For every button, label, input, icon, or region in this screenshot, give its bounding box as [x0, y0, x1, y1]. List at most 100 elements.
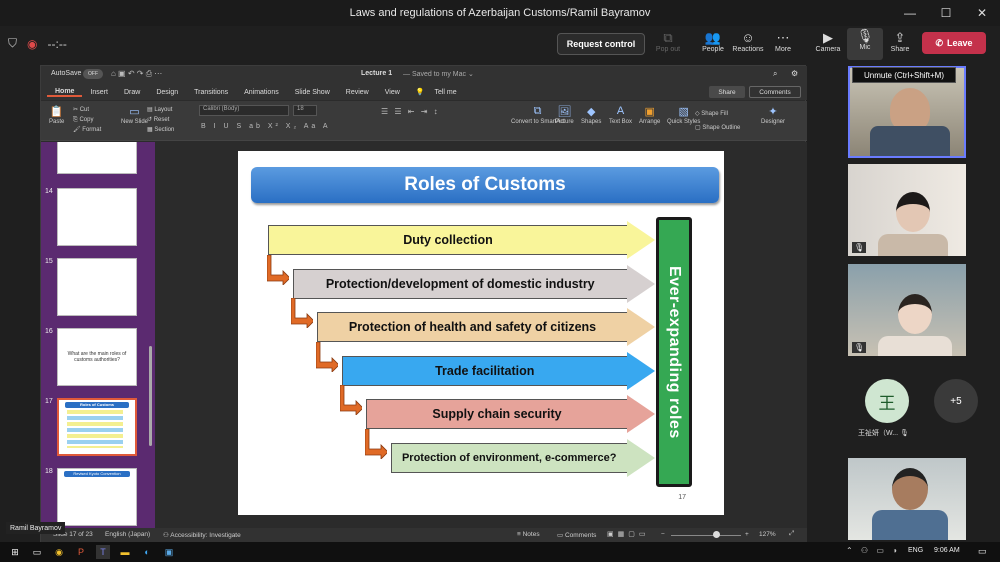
notification-icon[interactable]: ▭ — [978, 546, 987, 557]
store-icon[interactable]: ▣ — [162, 545, 176, 559]
accessibility-status[interactable]: ⚇ Accessibility: Investigate — [163, 531, 241, 539]
request-control-button[interactable]: Request control — [557, 33, 645, 55]
window-controls: — ☐ ✕ — [892, 0, 1000, 26]
arrow-head — [627, 221, 655, 259]
font-format-buttons[interactable]: B I U S ab X² X₂ Aa A — [201, 123, 331, 130]
thumbnail-scrollbar[interactable] — [149, 346, 152, 446]
help-icon[interactable]: ⚙ — [791, 69, 798, 78]
role-label: Protection of environment, e-commerce? — [390, 443, 628, 473]
tab-transitions[interactable]: Transitions — [186, 89, 236, 96]
tab-home[interactable]: Home — [47, 88, 83, 97]
view-buttons[interactable]: ▣▦▢▭ — [607, 530, 649, 538]
ppt-share-button[interactable]: Share — [709, 86, 745, 98]
reactions-button[interactable]: ☺ Reactions — [730, 30, 766, 60]
shape-fill-button[interactable]: ◇ Shape Fill — [695, 107, 740, 121]
camera-button[interactable]: ▶ Camera — [810, 30, 846, 60]
language-status[interactable]: English (Japan) — [105, 531, 150, 538]
participant-tile[interactable] — [848, 458, 966, 540]
chrome-icon[interactable]: ◉ — [52, 545, 66, 559]
notes-button[interactable]: ≡ Notes — [517, 531, 540, 538]
zoom-out-icon[interactable]: − — [661, 531, 665, 538]
avatar-name: 王祉妍（W... 🎙 — [858, 430, 909, 437]
tab-draw[interactable]: Draw — [116, 89, 148, 96]
slide-thumbnail-17[interactable]: Roles of Customs — [57, 398, 137, 456]
powerpoint-taskbar-icon[interactable]: P — [74, 545, 88, 559]
designer-button[interactable]: ✦ Designer — [761, 105, 785, 125]
share-icon: ⇪ — [894, 30, 906, 45]
share-button[interactable]: ⇪ Share — [882, 30, 918, 60]
ppt-comments-button[interactable]: Comments — [749, 86, 801, 98]
file-explorer-icon[interactable]: ▬ — [118, 545, 132, 559]
font-name-field[interactable]: Calibri (Body) — [199, 105, 289, 116]
input-language[interactable]: ENG — [908, 547, 923, 554]
arrange-button[interactable]: ▣ Arrange — [639, 105, 660, 125]
paste-button[interactable]: 📋 Paste — [49, 105, 64, 125]
role-label: Trade facilitation — [341, 355, 628, 386]
slide-page-number: 17 — [678, 494, 686, 501]
bent-arrow-icon — [266, 254, 289, 285]
copy-button[interactable]: ⎘ Copy — [73, 115, 101, 125]
format-painter-button[interactable]: 🖌 Format — [73, 125, 101, 135]
comments-status-button[interactable]: ▭ Comments — [557, 531, 596, 539]
tab-review[interactable]: Review — [338, 89, 377, 96]
participant-uniform — [872, 510, 948, 540]
participant-uniform — [870, 126, 950, 156]
participant-tile[interactable]: 🎙 — [848, 264, 966, 356]
clock[interactable]: 9:06 AM — [934, 547, 960, 554]
tell-me[interactable]: 💡 Tell me — [408, 88, 473, 96]
windows-start-icon[interactable]: ⊞ — [8, 545, 22, 559]
participant-face — [898, 294, 932, 334]
reset-button[interactable]: ↺ Reset — [147, 115, 174, 125]
pop-out-button[interactable]: ⧉ Pop out — [650, 30, 686, 60]
maximize-icon[interactable]: ☐ — [928, 0, 964, 26]
fit-slide-icon[interactable]: ⤢ — [789, 530, 794, 538]
tab-slideshow[interactable]: Slide Show — [287, 89, 338, 96]
leave-button[interactable]: ✆ Leave — [922, 32, 986, 54]
cut-button[interactable]: ✂ Cut — [73, 105, 101, 115]
system-tray-icons[interactable]: ⌃ ⚇ ▭ ◑ — [846, 546, 900, 555]
zoom-slider-handle[interactable] — [713, 531, 720, 538]
role-label: Protection of health and safety of citiz… — [317, 312, 628, 343]
clipboard-group: ✂ Cut ⎘ Copy 🖌 Format — [73, 105, 101, 135]
zoom-slider[interactable] — [671, 535, 741, 536]
tab-view[interactable]: View — [377, 89, 408, 96]
shape-outline-button[interactable]: ▢ Shape Outline — [695, 121, 740, 135]
participant-tile[interactable]: 🎙 — [848, 164, 966, 256]
edge-icon[interactable]: ◐ — [140, 545, 154, 559]
new-slide-button[interactable]: ▭ New Slide — [121, 105, 148, 125]
avatar[interactable]: 王 — [865, 379, 909, 423]
camera-icon: ▶ — [823, 30, 833, 45]
picture-button[interactable]: 🖼 Picture — [555, 105, 574, 125]
arrow-head — [627, 395, 655, 434]
ribbon-tabs: Home Insert Draw Design Transitions Anim… — [41, 84, 807, 100]
search-icon[interactable]: ▭ — [30, 545, 44, 559]
font-size-field[interactable]: 18 — [293, 105, 317, 116]
teams-taskbar-icon[interactable]: T — [96, 545, 110, 559]
more-button[interactable]: ⋯ More — [765, 30, 801, 60]
slide-thumbnail-18[interactable]: Revised Kyoto Convention — [57, 468, 137, 526]
tab-animations[interactable]: Animations — [236, 89, 287, 96]
slide-thumbnail-15[interactable] — [57, 258, 137, 316]
section-button[interactable]: ▦ Section — [147, 125, 174, 135]
tab-insert[interactable]: Insert — [82, 89, 116, 96]
textbox-button[interactable]: A Text Box — [609, 105, 632, 125]
paste-icon: 📋 — [49, 106, 64, 118]
slide-thumbnail[interactable] — [57, 142, 137, 174]
more-participants-button[interactable]: +5 — [934, 379, 978, 423]
close-icon[interactable]: ✕ — [964, 0, 1000, 26]
tab-design[interactable]: Design — [148, 89, 186, 96]
search-icon[interactable]: ⌕ — [773, 69, 777, 79]
slide-thumbnail-16[interactable]: What are the main roles of customs autho… — [57, 328, 137, 386]
minimize-icon[interactable]: — — [892, 0, 928, 26]
people-button[interactable]: 👥 People — [695, 30, 731, 60]
autosave-toggle[interactable]: OFF — [83, 69, 103, 79]
layout-button[interactable]: ▤ Layout — [147, 105, 174, 115]
zoom-level[interactable]: 127% — [759, 531, 776, 538]
paragraph-buttons[interactable]: ☰ ☰ ⇤ ⇥ ↕ — [381, 107, 440, 116]
mic-button[interactable]: 🎙 Mic — [847, 28, 883, 60]
zoom-in-icon[interactable]: + — [745, 531, 749, 538]
slide-thumbnail-14[interactable] — [57, 188, 137, 246]
shapes-button[interactable]: ◆ Shapes — [581, 105, 601, 125]
thumb-preview — [67, 410, 123, 448]
participant-face — [896, 192, 930, 232]
